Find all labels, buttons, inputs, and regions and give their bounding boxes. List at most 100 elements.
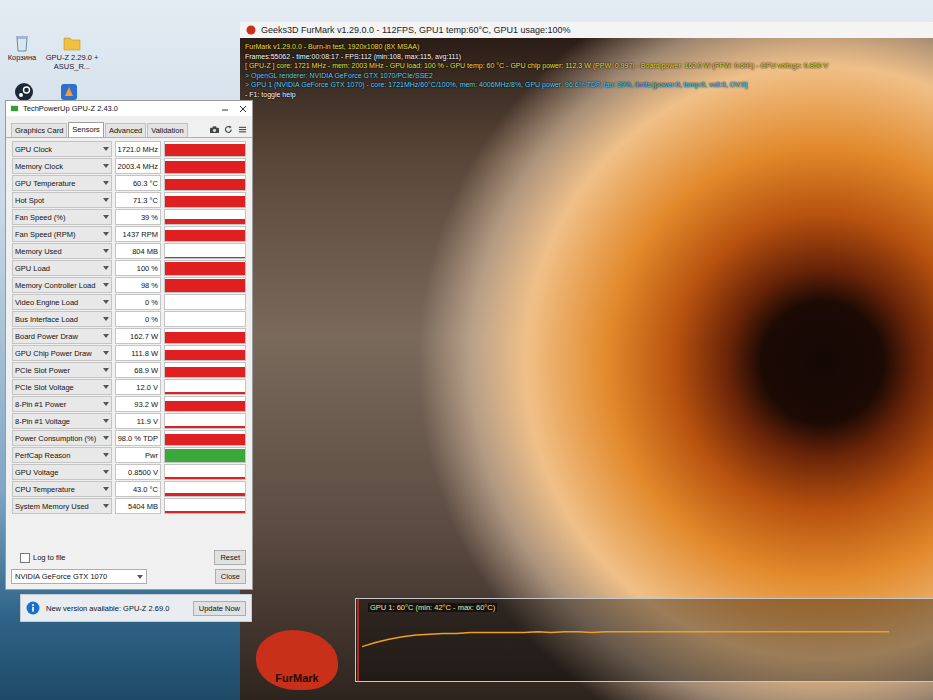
sensor-graph — [164, 328, 246, 344]
sensor-graph — [164, 294, 246, 310]
dropdown-arrow-icon — [103, 198, 109, 202]
graph-fill — [165, 230, 245, 241]
sensor-value: 39 % — [115, 209, 161, 225]
sensor-graph — [164, 175, 246, 191]
sensor-row: 8-Pin #1 Power 93.2 W — [12, 396, 246, 412]
sensor-graph — [164, 209, 246, 225]
graph-fill — [165, 392, 245, 394]
log-row: Log to file Reset — [20, 550, 246, 565]
sensor-name[interactable]: PCIe Slot Voltage — [12, 379, 112, 395]
dropdown-arrow-icon — [103, 368, 109, 372]
sensor-name[interactable]: Power Consumption (%) — [12, 430, 112, 446]
sensor-row: Hot Spot 71.3 °C — [12, 192, 246, 208]
app-icon — [59, 82, 79, 102]
sensor-row: System Memory Used 5404 MB — [12, 498, 246, 514]
sensor-value: 100 % — [115, 260, 161, 276]
close-icon[interactable] — [238, 104, 248, 114]
minimize-icon[interactable] — [220, 104, 230, 114]
desktop-icon[interactable] — [0, 82, 52, 102]
sensor-name[interactable]: 8-Pin #1 Power — [12, 396, 112, 412]
sensor-row: GPU Load 100 % — [12, 260, 246, 276]
overlay-line: > OpenGL renderer: NVIDIA GeForce GTX 10… — [245, 71, 927, 81]
sensor-value: 111.8 W — [115, 345, 161, 361]
log-to-file-checkbox[interactable]: Log to file — [20, 553, 66, 563]
sensor-row: GPU Voltage 0.8500 V — [12, 464, 246, 480]
chart-label: GPU 1: 60°C (min: 42°C - max: 60°C) — [368, 603, 497, 612]
device-row: NVIDIA GeForce GTX 1070 Close — [20, 569, 246, 584]
sensor-name[interactable]: Memory Controller Load — [12, 277, 112, 293]
sensor-name[interactable]: System Memory Used — [12, 498, 112, 514]
sensor-name[interactable]: Board Power Draw — [12, 328, 112, 344]
close-button[interactable]: Close — [215, 569, 246, 584]
sensor-row: Bus Interface Load 0 % — [12, 311, 246, 327]
dropdown-arrow-icon — [103, 436, 109, 440]
camera-icon[interactable] — [209, 125, 220, 134]
reset-button[interactable]: Reset — [214, 550, 246, 565]
sensor-name[interactable]: GPU Temperature — [12, 175, 112, 191]
dropdown-arrow-icon — [103, 164, 109, 168]
sensor-name[interactable]: Fan Speed (%) — [12, 209, 112, 225]
desktop-icon[interactable]: Корзина — [0, 33, 50, 63]
sensor-value: 68.9 W — [115, 362, 161, 378]
sensor-row: PerfCap Reason Pwr — [12, 447, 246, 463]
sensor-name[interactable]: GPU Chip Power Draw — [12, 345, 112, 361]
tab[interactable]: Validation — [147, 123, 187, 137]
sensor-name[interactable]: PCIe Slot Power — [12, 362, 112, 378]
sensor-name[interactable]: Hot Spot — [12, 192, 112, 208]
folder-icon — [62, 33, 82, 53]
tab[interactable]: Graphics Card — [11, 123, 67, 137]
dropdown-arrow-icon — [103, 470, 109, 474]
menu-icon[interactable] — [237, 125, 248, 134]
sensor-row: Memory Clock 2003.4 MHz — [12, 158, 246, 174]
desktop-icon-label: GPU-Z 2.29.0 + ASUS_R... — [42, 54, 102, 71]
sensor-name[interactable]: Fan Speed (RPM) — [12, 226, 112, 242]
dropdown-arrow-icon — [103, 232, 109, 236]
desktop-icon[interactable] — [41, 82, 97, 102]
sensor-name[interactable]: PerfCap Reason — [12, 447, 112, 463]
device-select[interactable]: NVIDIA GeForce GTX 1070 — [11, 569, 147, 584]
sensor-row: CPU Temperature 43.0 °C — [12, 481, 246, 497]
tab[interactable]: Advanced — [105, 123, 146, 137]
notification-text: New version available: GPU-Z 2.69.0 — [46, 604, 187, 613]
sensor-graph — [164, 158, 246, 174]
update-now-button[interactable]: Update Now — [193, 601, 246, 616]
sensor-name[interactable]: Video Engine Load — [12, 294, 112, 310]
dropdown-arrow-icon — [103, 147, 109, 151]
overlay-line: > GPU 1 (NVIDIA GeForce GTX 1070) - core… — [245, 80, 927, 90]
sensor-name[interactable]: GPU Load — [12, 260, 112, 276]
sensor-graph — [164, 430, 246, 446]
window-title: Geeks3D FurMark v1.29.0.0 - 112FPS, GPU1… — [261, 25, 571, 35]
sensor-name[interactable]: GPU Voltage — [12, 464, 112, 480]
sensor-value: 1437 RPM — [115, 226, 161, 242]
desktop-icon[interactable]: GPU-Z 2.29.0 + ASUS_R... — [42, 33, 102, 71]
overlay-line: Frames:55062 - time:00:08:17 - FPS:112 (… — [245, 52, 927, 62]
sensor-name[interactable]: CPU Temperature — [12, 481, 112, 497]
sensor-row: Fan Speed (%) 39 % — [12, 209, 246, 225]
sensor-value: 1721.0 MHz — [115, 141, 161, 157]
sensor-graph — [164, 345, 246, 361]
dropdown-arrow-icon — [103, 317, 109, 321]
sensor-value: 0 % — [115, 311, 161, 327]
title-bar: Geeks3D FurMark v1.29.0.0 - 112FPS, GPU1… — [240, 22, 933, 38]
sensor-value: 804 MB — [115, 243, 161, 259]
tab-bar: Graphics CardSensorsAdvancedValidation — [6, 116, 252, 138]
sensor-row: GPU Temperature 60.3 °C — [12, 175, 246, 191]
graph-fill — [165, 477, 245, 479]
sensor-name[interactable]: Memory Used — [12, 243, 112, 259]
sensor-name[interactable]: Memory Clock — [12, 158, 112, 174]
desktop: Корзина GPU-Z 2.29.0 + ASUS_R... Geeks3D… — [0, 0, 933, 700]
sensor-name[interactable]: 8-Pin #1 Voltage — [12, 413, 112, 429]
sensor-name[interactable]: GPU Clock — [12, 141, 112, 157]
sensor-value: 0.8500 V — [115, 464, 161, 480]
sensor-name[interactable]: Bus Interface Load — [12, 311, 112, 327]
sensor-graph — [164, 447, 246, 463]
dropdown-arrow-icon — [103, 300, 109, 304]
sensor-row: Power Consumption (%) 98.0 % TDP — [12, 430, 246, 446]
sensor-row: 8-Pin #1 Voltage 11.9 V — [12, 413, 246, 429]
sensor-row: PCIe Slot Voltage 12.0 V — [12, 379, 246, 395]
refresh-icon[interactable] — [223, 125, 234, 134]
gpuz-window: TechPowerUp GPU-Z 2.43.0 Graphics CardSe… — [5, 100, 253, 590]
sensor-row: Board Power Draw 162.7 W — [12, 328, 246, 344]
logo-text: FurMark — [275, 672, 318, 684]
tab[interactable]: Sensors — [68, 122, 104, 137]
